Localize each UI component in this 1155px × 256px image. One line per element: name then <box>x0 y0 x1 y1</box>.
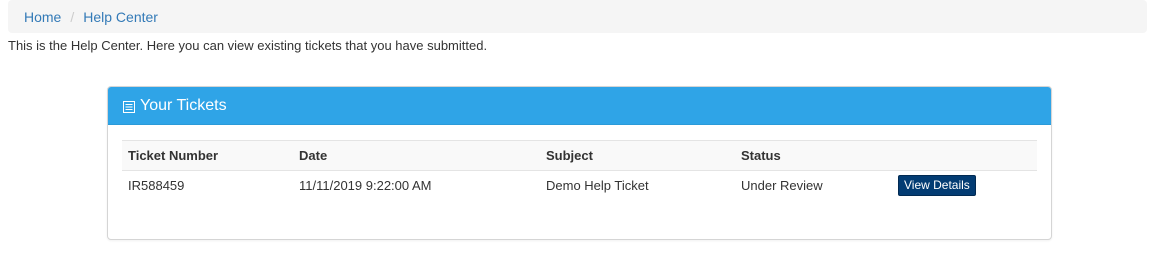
list-icon <box>123 100 135 113</box>
breadcrumb-help-center-link[interactable]: Help Center <box>83 9 158 25</box>
table-header-row: Ticket Number Date Subject Status <box>122 140 1037 171</box>
view-details-button[interactable]: View Details <box>898 175 976 197</box>
table-row: IR588459 11/11/2019 9:22:00 AM Demo Help… <box>122 171 1037 201</box>
tickets-panel: Your Tickets Ticket Number Date Subject … <box>107 86 1052 240</box>
header-date: Date <box>293 140 540 171</box>
cell-status: Under Review <box>741 178 823 194</box>
header-ticket-number: Ticket Number <box>122 140 293 171</box>
cell-date: 11/11/2019 9:22:00 AM <box>299 178 432 194</box>
tickets-table: Ticket Number Date Subject Status IR5884… <box>122 140 1037 201</box>
intro-text: This is the Help Center. Here you can vi… <box>8 38 488 53</box>
header-actions <box>892 140 1037 171</box>
cell-ticket-number: IR588459 <box>128 178 185 194</box>
tickets-table-wrap: Ticket Number Date Subject Status IR5884… <box>122 140 1037 201</box>
tickets-panel-heading: Your Tickets <box>108 87 1051 125</box>
panel-title: Your Tickets <box>140 96 227 114</box>
header-status: Status <box>735 140 892 171</box>
breadcrumb-home-link[interactable]: Home <box>24 9 61 25</box>
cell-subject: Demo Help Ticket <box>546 178 649 194</box>
cell-actions: View Details <box>892 171 1037 201</box>
breadcrumb-separator: / <box>70 8 75 25</box>
breadcrumb: Home / Help Center <box>8 0 1147 33</box>
header-subject: Subject <box>540 140 735 171</box>
